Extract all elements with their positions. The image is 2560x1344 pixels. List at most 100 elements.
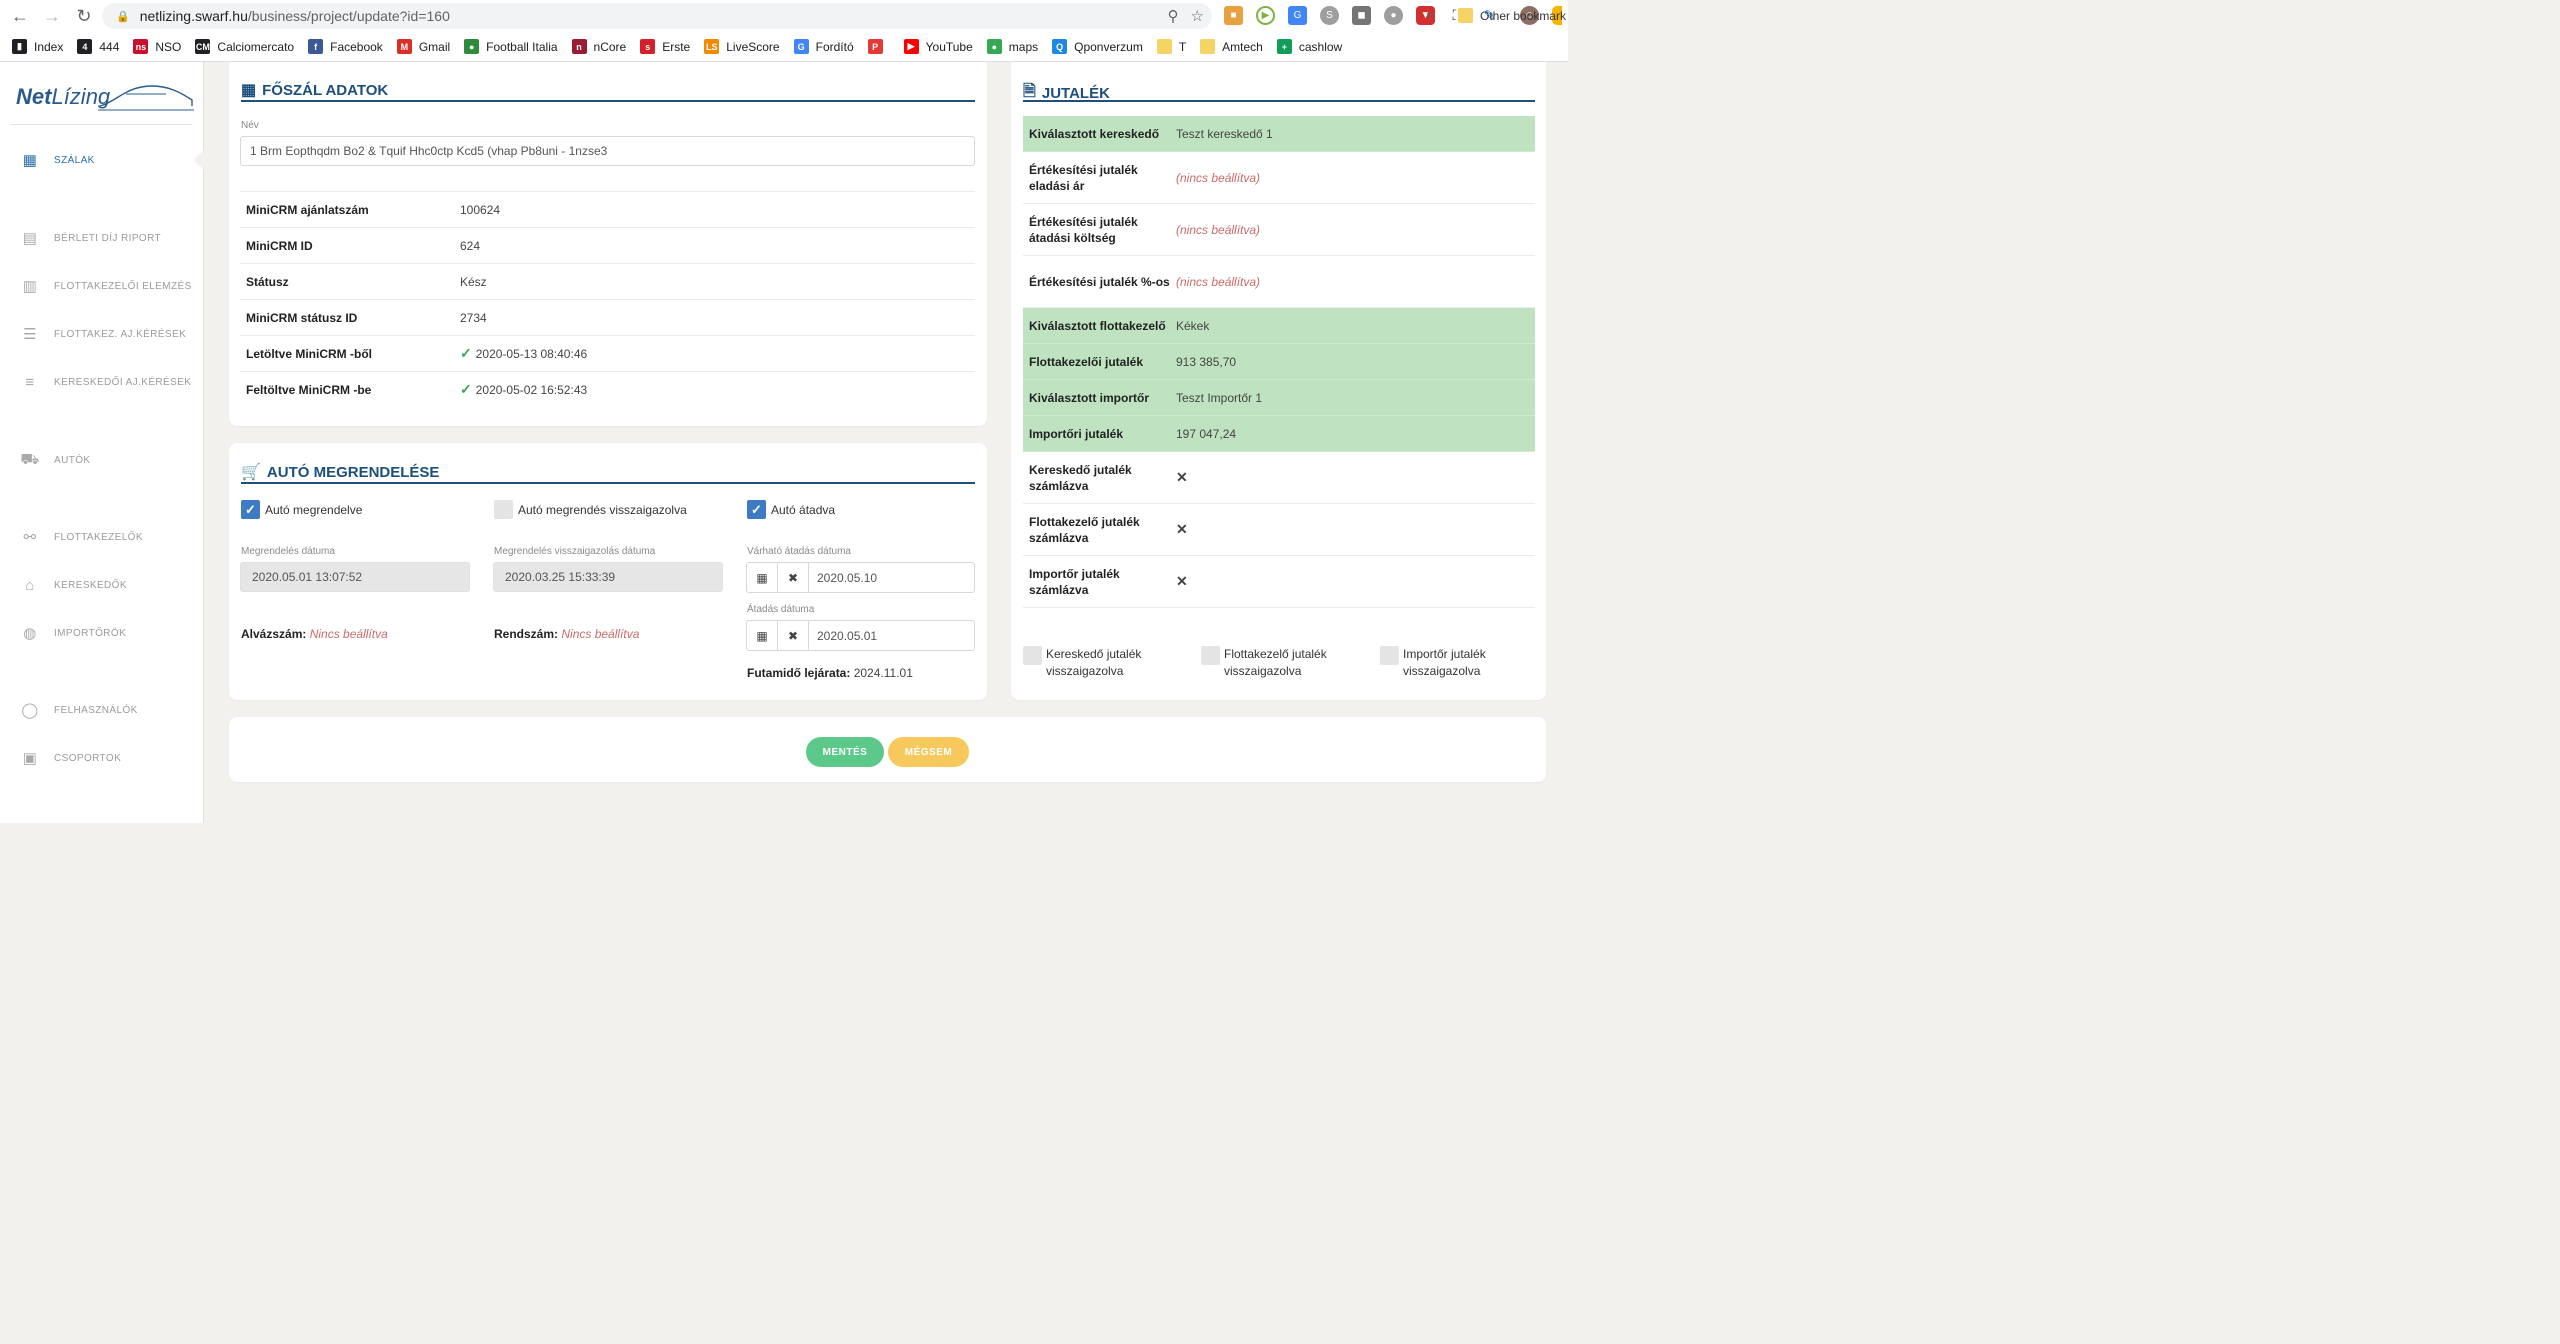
plate-number: Rendszám: Nincs beállítva [494, 627, 639, 641]
bookmark-item[interactable]: + cashlow [1276, 39, 1343, 54]
term-label: Futamidő lejárata: [747, 666, 851, 680]
report-icon: ▤ [22, 230, 38, 247]
bookmark-item[interactable]: n nCore [571, 39, 626, 54]
car-delivered-checkbox[interactable]: ✓ Autó átadva [747, 500, 835, 519]
facebook-icon: f [308, 39, 324, 54]
play-extension-icon[interactable]: ▶ [1256, 6, 1275, 25]
commission-row-label: Kereskedő jutalék számlázva [1029, 462, 1132, 493]
handover-date-value[interactable]: 2020.05.01 [809, 629, 877, 643]
sidebar-item-flottakezel-k[interactable]: ⚯ FLOTTAKEZELŐK [20, 527, 143, 547]
translate-extension-icon[interactable]: G [1288, 6, 1307, 25]
forward-icon[interactable]: → [36, 0, 68, 32]
address-bar[interactable]: 🔒 netlizing.swarf.hu/business/project/up… [102, 3, 1212, 29]
bookmark-item[interactable]: LS LiveScore [704, 39, 780, 54]
logo-bold: Net [16, 84, 52, 109]
car-order-title-text: AUTÓ MEGRENDELÉSE [266, 463, 440, 481]
other-bookmarks[interactable]: Other bookmark [1458, 8, 1566, 23]
commission-row-label: Flottakezelői jutalék [1029, 354, 1144, 369]
section-underline [241, 100, 975, 102]
sidebar-item-flottakez-aj-k-r-sek[interactable]: ☰ FLOTTAKEZ. AJ.KÉRÉSEK [20, 324, 186, 344]
bookmark-item[interactable]: T [1156, 39, 1186, 54]
sidebar-item-felhaszn-l-k[interactable]: ◯ FELHASZNÁLÓK [20, 700, 138, 720]
order-confirmed-label: Autó megrendés visszaigazolva [518, 502, 687, 517]
bookmark-item[interactable]: 4 444 [77, 39, 119, 54]
bookmark-item[interactable]: s Erste [640, 39, 690, 54]
reload-icon[interactable]: ↻ [68, 0, 100, 32]
importer-commission-confirmed-checkbox[interactable]: Importőr jutalék visszaigazolva [1380, 646, 1523, 680]
bookmark-item[interactable]: ▶ YouTube [903, 39, 973, 54]
bookmark-item[interactable]: ● Football Italia [464, 39, 558, 54]
commission-row-value: (nincs beállítva) [1176, 222, 1261, 237]
sidebar-item-label: FLOTTAKEZELŐK [54, 531, 143, 543]
calendar-icon[interactable]: ▦ [747, 563, 778, 592]
fleet-commission-confirmed-checkbox[interactable]: Flottakezelő jutalék visszaigazolva [1201, 646, 1354, 680]
bookmark-item[interactable]: G Fordító [793, 39, 854, 54]
sidebar-item-flottakezel-i-elemz-s[interactable]: ▥ FLOTTAKEZELŐI ELEMZÉS [20, 276, 192, 296]
bookmark-item[interactable]: P [867, 39, 890, 54]
logo-divider [10, 124, 192, 125]
clear-icon[interactable]: ✖ [778, 563, 809, 592]
skype-icon[interactable]: S [1320, 6, 1339, 25]
extension-icon[interactable]: ● [1384, 6, 1403, 25]
dealer-commission-confirmed-checkbox[interactable]: Kereskedő jutalék visszaigazolva [1023, 646, 1166, 680]
expected-date-label: Várható átadás dátuma [747, 546, 851, 557]
sidebar-item-keresked-k[interactable]: ⌂ KERESKEDŐK [20, 575, 127, 595]
bookmark-item[interactable]: ns NSO [133, 39, 181, 54]
importer-commission-confirmed-label: Importőr jutalék visszaigazolva [1403, 647, 1486, 678]
ncore-icon: n [571, 39, 587, 54]
name-input[interactable]: 1 Brm Eopthqdm Bo2 & Tquif Hhc0ctp Kcd5 … [240, 136, 975, 166]
bookmark-item[interactable]: f Facebook [308, 39, 383, 54]
bookmark-item[interactable]: ● maps [986, 39, 1038, 54]
data-row-label: Feltöltve MiniCRM -be [246, 382, 372, 397]
url-host: netlizing.swarf.hu [139, 8, 248, 24]
extension-icon[interactable]: ■ [1224, 6, 1243, 25]
bookmark-item[interactable]: Q Qponverzum [1052, 39, 1143, 54]
commission-row: Kiválasztott kereskedő Teszt kereskedő 1 [1023, 116, 1535, 152]
commission-row-value: Teszt Importőr 1 [1176, 390, 1263, 405]
bookmark-item[interactable]: Amtech [1200, 39, 1263, 54]
folder-icon [1156, 39, 1172, 54]
sidebar-item-label: FLOTTAKEZELŐI ELEMZÉS [54, 280, 192, 292]
commission-row: Értékesítési jutalék átadási költség (nin… [1023, 204, 1535, 256]
expected-date-value[interactable]: 2020.05.10 [809, 571, 877, 585]
commission-row-value: 197 047,24 [1176, 426, 1237, 441]
cancel-button[interactable]: MÉGSEM [888, 737, 969, 767]
bookmark-item[interactable]: M Gmail [396, 39, 450, 54]
sidebar-item-aut-k[interactable]: ⛟ AUTÓK [20, 450, 90, 470]
extension-icon[interactable]: ◼ [1352, 6, 1371, 25]
x-mark-icon: ✕ [1176, 521, 1188, 537]
444-icon: 4 [77, 39, 93, 54]
commission-row: Értékesítési jutalék %-os (nincs beállítv… [1023, 256, 1535, 308]
sidebar-item-csoportok[interactable]: ▣ CSOPORTOK [20, 748, 121, 768]
sidebar-item-sz-lak[interactable]: ▦ SZÁLAK [20, 150, 95, 170]
car-order-title: 🛒 AUTÓ MEGRENDELÉSE [241, 462, 439, 482]
order-confirmed-checkbox[interactable]: Autó megrendés visszaigazolva [494, 500, 687, 519]
data-row: Feltöltve MiniCRM -be ✓ 2020-05-02 16:52:4… [240, 371, 975, 407]
user-icon: ◯ [21, 702, 39, 719]
save-button[interactable]: MENTÉS [806, 737, 884, 767]
sidebar-item-import-r-k[interactable]: ◍ IMPORTŐRÖK [20, 623, 126, 643]
calendar-icon[interactable]: ▦ [747, 621, 778, 650]
sidebar-item-b-rleti-d-j-riport[interactable]: ▤ BÉRLETI DÍJ RIPORT [20, 228, 161, 248]
star-icon[interactable]: ☆ [1191, 7, 1204, 25]
fleet-commission-confirmed-label: Flottakezelő jutalék visszaigazolva [1224, 647, 1327, 678]
main-data-title: ▦ FŐSZÁL ADATOK [241, 80, 388, 100]
data-row-value: 100624 [460, 203, 500, 217]
car-ordered-checkbox[interactable]: ✓ Autó megrendelve [241, 500, 362, 519]
dashboard-icon: ▦ [241, 82, 257, 99]
bookmark-item[interactable]: ▮ Index [12, 39, 63, 54]
data-row-label: MiniCRM ID [246, 238, 313, 253]
bookmark-label: cashlow [1298, 39, 1343, 54]
sidebar-item-keresked-i-aj-k-r-sek[interactable]: ≡ KERESKEDŐI AJ.KÉRÉSEK [20, 372, 191, 392]
back-icon[interactable]: ← [4, 0, 36, 32]
zoom-icon[interactable]: ⚲ [1168, 7, 1179, 25]
bookmark-item[interactable]: CM Calciomercato [195, 39, 294, 54]
commission-row: Kereskedő jutalék számlázva ✕ [1023, 452, 1535, 504]
bookmark-label: Facebook [330, 39, 383, 54]
active-indicator [194, 150, 204, 170]
netlizing-logo[interactable]: NetLízing [12, 80, 198, 120]
clear-icon[interactable]: ✖ [778, 621, 809, 650]
bookmark-label: Erste [662, 39, 691, 54]
bookmarks-overflow-icon[interactable]: » [1426, 7, 1433, 22]
data-row-label: MiniCRM ajánlatszám [246, 202, 369, 217]
